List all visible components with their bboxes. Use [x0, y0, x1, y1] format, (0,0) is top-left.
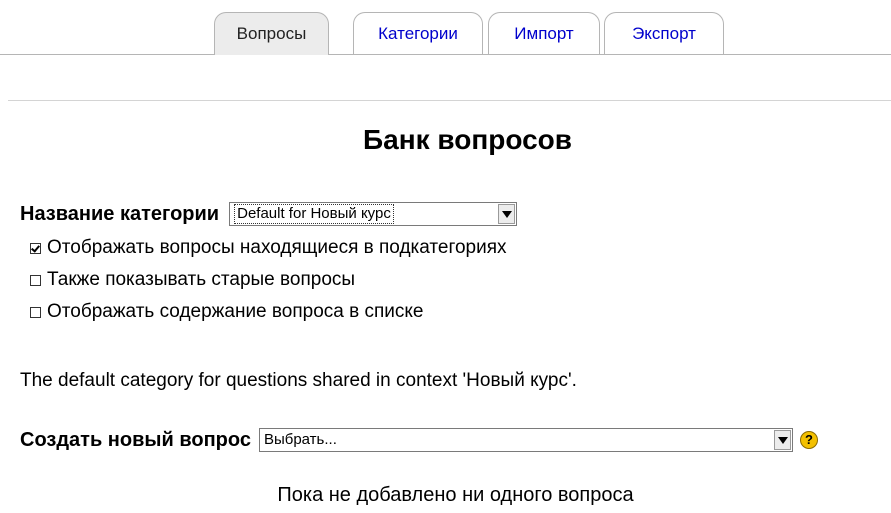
tab-categories[interactable]: Категории — [353, 12, 483, 54]
option-label: Отображать вопросы находящиеся в подкате… — [47, 237, 507, 258]
checkbox-show-subcategories[interactable] — [30, 242, 41, 254]
option-label: Также показывать старые вопросы — [47, 269, 356, 290]
checkbox-show-old-questions[interactable] — [30, 274, 41, 286]
option-show-old-questions[interactable]: Также показывать старые вопросы — [30, 268, 355, 292]
page-title: Банк вопросов — [363, 124, 572, 155]
checkbox-show-question-text[interactable] — [30, 306, 41, 318]
question-type-select[interactable]: Выбрать... — [258, 428, 793, 452]
chevron-down-icon[interactable] — [498, 204, 516, 224]
question-bank-page: Вопросы Категории Импорт Экспорт Банк во… — [0, 0, 891, 513]
tab-export[interactable]: Экспорт — [604, 12, 724, 54]
option-show-question-text[interactable]: Отображать содержание вопроса в списке — [30, 300, 423, 324]
category-label: Название категории — [20, 202, 220, 225]
empty-questions-message: Пока не добавлено ни одного вопроса — [277, 484, 634, 506]
question-type-select-value: Выбрать... — [263, 431, 337, 448]
category-info-text: The default category for questions share… — [20, 370, 577, 391]
create-question-label: Создать новый вопрос — [20, 428, 251, 451]
help-icon[interactable]: ? — [799, 431, 818, 449]
category-select-value: Default for Новый курс — [234, 204, 394, 224]
option-show-subcategories[interactable]: Отображать вопросы находящиеся в подкате… — [30, 236, 507, 260]
tab-import[interactable]: Импорт — [488, 12, 600, 54]
category-row: Название категории Default for Новый кур… — [20, 200, 518, 228]
create-question-row: Создать новый вопрос Выбрать... ? — [20, 426, 818, 454]
option-label: Отображать содержание вопроса в списке — [47, 301, 424, 322]
chevron-down-icon[interactable] — [773, 430, 791, 450]
divider — [8, 100, 891, 101]
tab-questions[interactable]: Вопросы — [214, 12, 329, 55]
category-select[interactable]: Default for Новый курс — [229, 202, 518, 226]
